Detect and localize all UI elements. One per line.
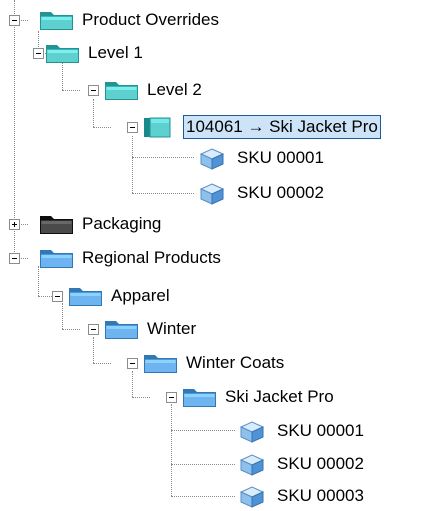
collapse-toggle-product-overrides[interactable] [9,15,20,26]
tree-connector [62,329,80,330]
sku-cube-icon [233,419,271,443]
expand-toggle-packaging[interactable] [9,219,20,230]
folder-teal-icon [38,8,76,32]
sku-cube-icon [233,484,271,508]
tree-node-ski-jacket-pro[interactable]: Ski Jacket Pro [181,382,337,412]
tree-connector [171,464,235,465]
collapse-toggle-winter[interactable] [88,324,99,335]
tree-connector [93,337,94,363]
tree-node-label: Winter [147,319,197,338]
tree-node-label: Packaging [82,214,162,233]
cube-teal-icon [142,115,180,139]
tree-node-sku[interactable]: SKU 00003 [233,481,367,511]
tree-node-label: Ski Jacket Pro [225,387,334,406]
tree-node-level-1[interactable]: Level 1 [44,38,146,68]
collapse-toggle-apparel[interactable] [52,291,63,302]
tree-connector [132,136,133,193]
tree-node-sku[interactable]: SKU 00002 [193,178,327,208]
tree-node-level-2[interactable]: Level 2 [103,75,205,105]
tree-node-label: Level 1 [88,43,143,62]
tree-node-override-item[interactable]: 104061 → Ski Jacket Pro [142,112,381,142]
tree-node-label: SKU 00001 [277,421,364,440]
sku-cube-icon [193,146,231,170]
collapse-toggle-level-1[interactable] [33,48,44,59]
folder-blue-icon [103,317,141,341]
collapse-toggle-ski-jacket-pro[interactable] [166,392,177,403]
tree-connector [132,157,194,158]
collapse-toggle-winter-coats[interactable] [127,358,138,369]
tree-node-label: Level 2 [147,80,202,99]
sku-cube-icon [233,452,271,476]
sku-cube-icon [193,181,231,205]
tree-connector [132,371,133,397]
folder-blue-icon [38,246,76,270]
tree-node-label: Product Overrides [82,10,219,29]
collapse-toggle-override-item[interactable] [127,122,138,133]
tree-node-label: Apparel [111,286,170,305]
tree-connector [93,99,94,127]
tree-node-label: SKU 00003 [277,486,364,505]
tree-connector [62,90,80,91]
tree-node-label: SKU 00002 [237,183,324,202]
tree-connector [132,397,150,398]
folder-blue-icon [142,351,180,375]
tree-view[interactable]: Product Overrides Level 1 Level 2 104061… [0,0,433,510]
tree-node-sku[interactable]: SKU 00001 [193,143,327,173]
tree-node-packaging[interactable]: Packaging [38,209,164,239]
collapse-toggle-regional-products[interactable] [9,253,20,264]
folder-blue-icon [67,284,105,308]
tree-node-sku[interactable]: SKU 00002 [233,449,367,479]
tree-node-label: 104061 → Ski Jacket Pro [183,115,381,139]
tree-connector [171,430,235,431]
folder-dark-icon [38,212,76,236]
tree-node-winter[interactable]: Winter [103,314,199,344]
collapse-toggle-level-2[interactable] [88,85,99,96]
tree-node-winter-coats[interactable]: Winter Coats [142,348,287,378]
tree-connector [93,363,111,364]
folder-teal-icon [103,78,141,102]
tree-node-product-overrides[interactable]: Product Overrides [38,5,222,35]
tree-connector [62,303,63,329]
tree-connector [132,193,194,194]
tree-node-apparel[interactable]: Apparel [67,281,173,311]
tree-connector [171,496,235,497]
folder-teal-icon [44,41,82,65]
tree-node-label: SKU 00002 [277,454,364,473]
folder-blue-icon [181,385,219,409]
tree-node-label: Winter Coats [186,353,285,372]
tree-node-sku[interactable]: SKU 00001 [233,416,367,446]
tree-node-label: Regional Products [82,248,221,267]
tree-connector [171,404,172,496]
tree-node-label: SKU 00001 [237,148,324,167]
tree-connector [93,127,111,128]
tree-node-regional-products[interactable]: Regional Products [38,243,224,273]
